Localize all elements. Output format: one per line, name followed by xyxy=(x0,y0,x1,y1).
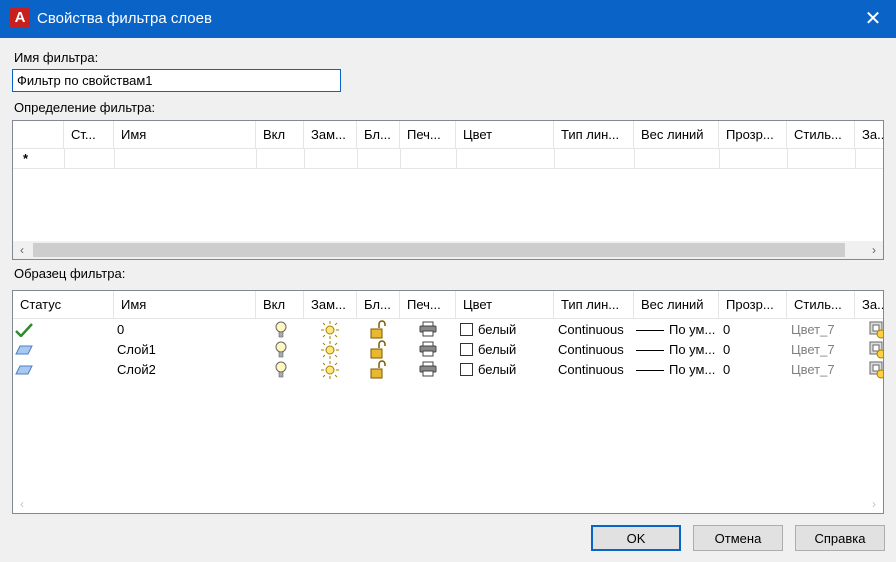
layer-icon xyxy=(15,345,33,355)
unlock-icon[interactable] xyxy=(369,340,389,360)
layer-name: Слой2 xyxy=(117,362,156,377)
sun-thawed-icon[interactable] xyxy=(321,341,339,359)
table-row[interactable]: 0 белый Continuous По ум... 0 Цвет_7 xyxy=(13,320,883,340)
cancel-button[interactable]: Отмена xyxy=(693,525,783,551)
linetype[interactable]: Continuous xyxy=(558,320,624,340)
prev-col-color[interactable]: Цвет xyxy=(456,291,554,319)
prev-col-linetype[interactable]: Тип лин... xyxy=(554,291,634,319)
printer-icon[interactable] xyxy=(419,321,437,337)
transparency[interactable]: 0 xyxy=(723,320,730,340)
scroll-left-icon[interactable]: ‹ xyxy=(13,495,31,513)
definition-scroll-thumb[interactable] xyxy=(33,243,845,257)
table-row[interactable]: Слой1 белый Continuous По ум... 0 Цвет_7 xyxy=(13,340,883,360)
scroll-left-icon[interactable]: ‹ xyxy=(13,241,31,259)
ok-button[interactable]: OK xyxy=(591,525,681,551)
preview-horizontal-scrollbar[interactable]: ‹ › xyxy=(13,495,883,513)
prev-col-on[interactable]: Вкл xyxy=(256,291,304,319)
def-col-status[interactable]: Ст... xyxy=(64,121,114,149)
def-col-plot[interactable]: Печ... xyxy=(400,121,456,149)
filter-preview-label: Образец фильтра: xyxy=(14,266,126,281)
prev-col-lock[interactable]: Бл... xyxy=(357,291,400,319)
prev-col-plot-style[interactable]: Стиль... xyxy=(787,291,855,319)
plot-style: Цвет_7 xyxy=(791,322,835,337)
filter-definition-grid[interactable]: Ст... Имя Вкл Зам... Бл... Печ... Цвет Т… xyxy=(12,120,884,260)
prev-col-freeze[interactable]: Зам... xyxy=(304,291,357,319)
lineweight[interactable]: По ум... xyxy=(636,320,715,340)
lightbulb-on-icon[interactable] xyxy=(275,341,287,359)
autocad-logo-icon: A xyxy=(10,8,30,28)
prev-col-lineweight[interactable]: Вес линий xyxy=(634,291,719,319)
definition-header: Ст... Имя Вкл Зам... Бл... Печ... Цвет Т… xyxy=(13,121,883,149)
linetype[interactable]: Continuous xyxy=(558,360,624,380)
scroll-right-icon[interactable]: › xyxy=(865,495,883,513)
check-icon xyxy=(15,323,33,337)
prev-col-name[interactable]: Имя xyxy=(114,291,256,319)
unlock-icon[interactable] xyxy=(369,320,389,340)
def-col-name[interactable]: Имя xyxy=(114,121,256,149)
transparency[interactable]: 0 xyxy=(723,340,730,360)
filter-name-input[interactable] xyxy=(12,69,341,92)
preview-header: Статус Имя Вкл Зам... Бл... Печ... Цвет … xyxy=(13,291,883,319)
layer-name: 0 xyxy=(117,322,125,337)
def-col-lineweight[interactable]: Вес линий xyxy=(634,121,719,149)
color-name: белый xyxy=(478,322,517,337)
window-title: Свойства фильтра слоев xyxy=(37,10,212,27)
def-col-color[interactable]: Цвет xyxy=(456,121,554,149)
table-row[interactable]: Слой2 белый Continuous По ум... 0 Цвет_7 xyxy=(13,360,883,380)
def-col-on[interactable]: Вкл xyxy=(256,121,304,149)
plot-style: Цвет_7 xyxy=(791,362,835,377)
title-bar: A Свойства фильтра слоев ✕ xyxy=(0,0,896,38)
linetype[interactable]: Continuous xyxy=(558,340,624,360)
help-button[interactable]: Справка xyxy=(795,525,885,551)
color-name: белый xyxy=(478,362,517,377)
vp-freeze-icon[interactable] xyxy=(869,321,884,339)
prev-col-transparency[interactable]: Прозр... xyxy=(719,291,787,319)
transparency[interactable]: 0 xyxy=(723,360,730,380)
definition-horizontal-scrollbar[interactable]: ‹ › xyxy=(13,241,883,259)
new-row-marker: * xyxy=(23,151,29,166)
def-col-freeze[interactable]: Зам... xyxy=(304,121,357,149)
lightbulb-on-icon[interactable] xyxy=(275,321,287,339)
vp-freeze-icon[interactable] xyxy=(869,361,884,379)
color-name: белый xyxy=(478,342,517,357)
prev-col-status[interactable]: Статус xyxy=(13,291,114,319)
filter-preview-grid[interactable]: Статус Имя Вкл Зам... Бл... Печ... Цвет … xyxy=(12,290,884,514)
layer-name: Слой1 xyxy=(117,342,156,357)
def-col-lock[interactable]: Бл... xyxy=(357,121,400,149)
printer-icon[interactable] xyxy=(419,361,437,377)
layer-icon xyxy=(15,365,33,375)
def-col-transparency[interactable]: Прозр... xyxy=(719,121,787,149)
prev-col-plot[interactable]: Печ... xyxy=(400,291,456,319)
filter-definition-label: Определение фильтра: xyxy=(14,100,156,115)
lightbulb-on-icon[interactable] xyxy=(275,361,287,379)
color-swatch[interactable]: белый xyxy=(460,320,516,340)
close-icon[interactable]: ✕ xyxy=(860,6,886,32)
lineweight[interactable]: По ум... xyxy=(636,360,715,380)
lineweight[interactable]: По ум... xyxy=(636,340,715,360)
prev-col-new-vp-freeze[interactable]: За... xyxy=(855,291,883,319)
sun-thawed-icon[interactable] xyxy=(321,361,339,379)
scroll-right-icon[interactable]: › xyxy=(865,241,883,259)
unlock-icon[interactable] xyxy=(369,360,389,380)
def-col-new-vp-freeze[interactable]: За... xyxy=(855,121,883,149)
def-col-linetype[interactable]: Тип лин... xyxy=(554,121,634,149)
color-swatch[interactable]: белый xyxy=(460,340,516,360)
definition-row-header-corner xyxy=(13,121,64,149)
plot-style: Цвет_7 xyxy=(791,342,835,357)
filter-name-label: Имя фильтра: xyxy=(14,50,99,65)
def-col-plot-style[interactable]: Стиль... xyxy=(787,121,855,149)
printer-icon[interactable] xyxy=(419,341,437,357)
vp-freeze-icon[interactable] xyxy=(869,341,884,359)
definition-new-row[interactable]: * xyxy=(13,149,883,169)
color-swatch[interactable]: белый xyxy=(460,360,516,380)
sun-thawed-icon[interactable] xyxy=(321,321,339,339)
